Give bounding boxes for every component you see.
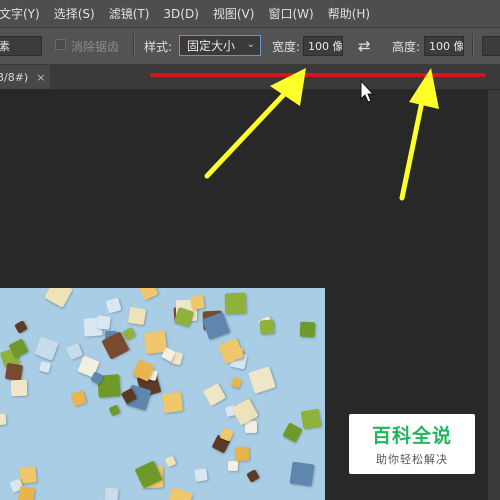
menu-view[interactable]: 视图(V) (213, 5, 255, 22)
menu-bar: 文字(Y) 选择(S) 滤镜(T) 3D(D) 视图(V) 窗口(W) 帮助(H… (0, 0, 500, 28)
style-label: 样式: (144, 39, 173, 54)
options-divider-2 (472, 34, 474, 58)
width-value: 100 像素 (308, 40, 343, 53)
pattern-square (105, 297, 122, 314)
watermark-subtitle: 助你轻松解决 (376, 453, 448, 466)
pattern-square (17, 485, 36, 500)
style-value: 固定大小 (187, 39, 236, 53)
menu-filter[interactable]: 滤镜(T) (109, 5, 150, 22)
pattern-square (14, 320, 28, 334)
style-select[interactable]: 固定大小 ⌄ (179, 35, 261, 56)
refine-edge-button[interactable] (482, 36, 500, 56)
pattern-square (300, 408, 322, 430)
pattern-square (70, 390, 87, 407)
menu-select[interactable]: 选择(S) (54, 5, 95, 22)
pattern-square (44, 288, 73, 308)
antialias-checkbox[interactable] (55, 39, 66, 50)
document-tab-label: 3/8#) (0, 70, 29, 84)
antialias-label: 消除锯齿 (71, 39, 120, 54)
pattern-square (166, 487, 193, 500)
pattern-square (194, 468, 208, 482)
pattern-square (248, 366, 276, 394)
watermark-title: 百科全说 (371, 425, 452, 447)
pattern-square (138, 288, 159, 301)
pattern-square (10, 379, 28, 397)
pattern-square (289, 461, 315, 487)
pattern-square (282, 422, 303, 443)
pattern-square (161, 391, 184, 414)
pattern-square (230, 376, 243, 389)
options-divider (133, 34, 135, 58)
pattern-square (66, 343, 83, 360)
pattern-square (259, 319, 275, 335)
height-value: 100 像素 (429, 40, 464, 53)
pattern-square (164, 455, 177, 468)
feather-input[interactable]: 素 (0, 36, 42, 56)
canvas-image[interactable] (0, 288, 325, 500)
pattern-square (127, 306, 147, 326)
pattern-square (190, 295, 205, 310)
height-input[interactable]: 100 像素 (424, 36, 464, 56)
height-label: 高度: (392, 39, 421, 54)
pattern-square (96, 315, 111, 330)
pattern-square (19, 466, 37, 484)
menu-help[interactable]: 帮助(H) (328, 5, 370, 22)
watermark-logo: 百科全说 助你轻松解决 (349, 414, 475, 474)
pattern-square (34, 336, 59, 361)
options-bar: 素 消除锯齿 样式: 固定大小 ⌄ 宽度: 100 像素 ⇄ 高度: 100 像… (0, 28, 500, 65)
pattern-square (4, 362, 24, 382)
width-input[interactable]: 100 像素 (303, 36, 343, 56)
pattern-square (299, 321, 316, 338)
document-tab[interactable]: 3/8#) × (0, 65, 50, 89)
pattern-square (244, 420, 258, 434)
menu-3d[interactable]: 3D(D) (163, 7, 198, 21)
pattern-square (246, 469, 260, 483)
pattern-square (0, 413, 7, 426)
chevron-down-icon: ⌄ (246, 39, 255, 50)
pattern-square (224, 292, 247, 315)
swap-arrows-icon[interactable]: ⇄ (358, 28, 371, 64)
pattern-square (202, 382, 227, 407)
pattern-square (227, 460, 239, 472)
close-icon[interactable]: × (36, 71, 45, 84)
width-label: 宽度: (272, 39, 301, 54)
pattern-square (104, 487, 119, 500)
menu-type[interactable]: 文字(Y) (0, 5, 40, 22)
document-tab-bar: 3/8#) × (0, 65, 500, 90)
pattern-square (234, 446, 250, 462)
pattern-square (38, 360, 52, 374)
menu-window[interactable]: 窗口(W) (268, 5, 313, 22)
vertical-scrollbar[interactable] (488, 90, 500, 500)
feather-value: 素 (0, 40, 10, 53)
pattern-square (108, 404, 121, 417)
